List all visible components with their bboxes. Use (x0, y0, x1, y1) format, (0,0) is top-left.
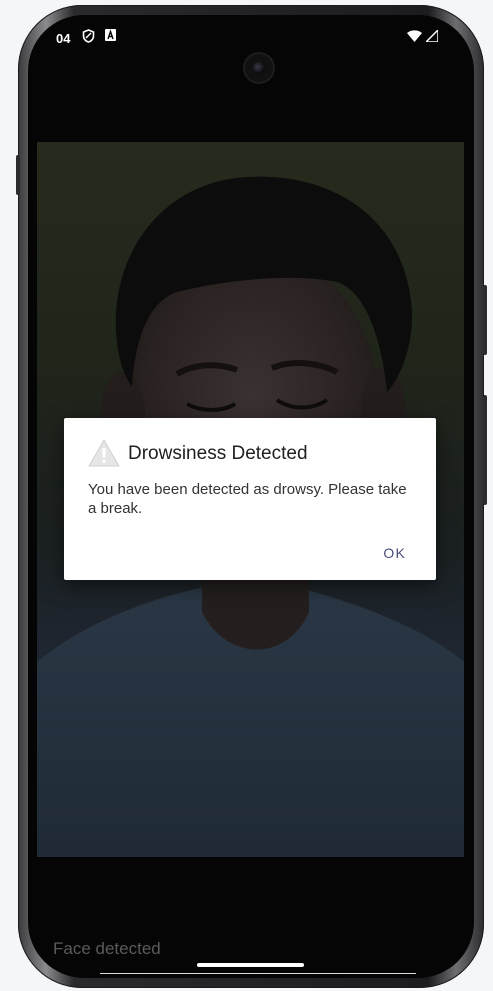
drowsiness-alert-dialog: Drowsiness Detected You have been detect… (64, 418, 436, 580)
bottom-divider (100, 973, 416, 974)
ok-button[interactable]: OK (383, 545, 406, 561)
phone-frame: 04 Drowsiness Detected You have been det… (16, 5, 487, 988)
home-indicator[interactable] (197, 963, 304, 967)
phone-screen: 04 Drowsiness Detected You have been det… (28, 15, 474, 978)
wifi-icon (407, 30, 423, 42)
side-button-left (16, 155, 20, 195)
front-camera (245, 54, 273, 82)
signal-icon (424, 28, 439, 43)
dialog-message: You have been detected as drowsy. Please… (88, 481, 407, 517)
status-time: 04 (56, 31, 71, 46)
face-status-label: Face detected (53, 939, 161, 958)
volume-button (483, 285, 487, 355)
status-right-icons (407, 28, 439, 45)
shield-icon (82, 29, 95, 46)
warning-icon (87, 438, 121, 468)
power-button (483, 395, 487, 505)
dialog-title: Drowsiness Detected (128, 443, 308, 464)
a-badge-icon (105, 29, 116, 44)
status-bar: 04 (28, 15, 474, 55)
